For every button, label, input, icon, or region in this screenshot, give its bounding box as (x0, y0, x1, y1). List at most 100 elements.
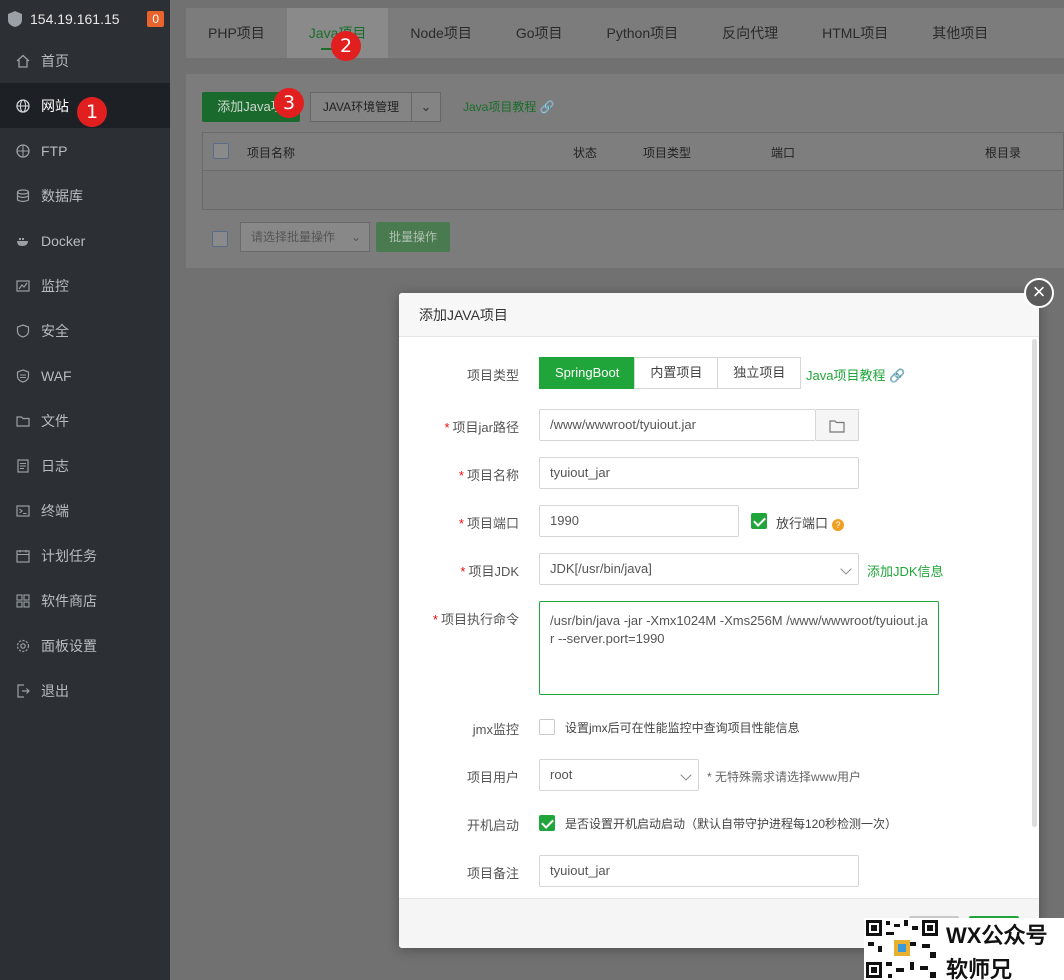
java-tutorial-link[interactable]: Java项目教程 🔗 (463, 98, 555, 115)
shield-icon (16, 323, 30, 338)
chevron-down-icon: ⌄ (420, 99, 432, 114)
type-builtin-button[interactable]: 内置项目 (634, 357, 719, 389)
project-user-label: 项目用户 (466, 770, 519, 785)
alert-count-badge[interactable]: 0 (147, 11, 164, 27)
tab-node[interactable]: Node项目 (388, 8, 493, 58)
dialog-title: 添加JAVA项目 (399, 293, 1039, 337)
autostart-text: 是否设置开机启动启动（默认自带守护进程每120秒检测一次） (565, 817, 898, 831)
autostart-checkbox[interactable] (539, 815, 555, 831)
add-java-project-dialog: 添加JAVA项目 项目类型 SpringBoot 内置项目 独立项目 Java项… (399, 293, 1039, 948)
dialog-scrollbar[interactable] (1032, 339, 1037, 827)
watermark-line2: 软师兄 (946, 957, 1013, 980)
folder-icon (829, 420, 845, 433)
dialog-tutorial-link[interactable]: Java项目教程 🔗 (806, 365, 905, 384)
qr-code-icon (864, 918, 940, 980)
sidebar-item-monitor[interactable]: 监控 (0, 263, 170, 308)
tab-html[interactable]: HTML项目 (800, 8, 910, 58)
batch-action-button[interactable]: 批量操作 (376, 222, 450, 252)
tab-other[interactable]: 其他项目 (910, 8, 1010, 58)
panel-logo-icon (8, 11, 22, 27)
project-jdk-select[interactable]: JDK[/usr/bin/java] (539, 553, 859, 585)
col-status[interactable]: 状态 (573, 144, 597, 161)
sidebar-item-label: 监控 (41, 277, 69, 294)
jmx-checkbox[interactable] (539, 719, 555, 735)
autostart-label: 开机启动 (466, 818, 519, 833)
sidebar-item-label: 面板设置 (41, 637, 97, 654)
sidebar-item-cron[interactable]: 计划任务 (0, 533, 170, 578)
project-type-label: 项目类型 (466, 368, 519, 383)
project-command-label-text: 项目执行命令 (440, 612, 519, 627)
help-icon[interactable]: ? (832, 519, 845, 531)
sidebar-item-docker[interactable]: Docker (0, 218, 170, 263)
grid-icon (16, 593, 30, 608)
project-command-textarea[interactable]: /usr/bin/java -jar -Xmx1024M -Xms256M /w… (539, 601, 939, 695)
sidebar-item-home[interactable]: 首页 (0, 38, 170, 83)
sidebar-item-files[interactable]: 文件 (0, 398, 170, 443)
col-name[interactable]: 项目名称 (247, 144, 295, 161)
close-icon: × (1032, 279, 1046, 304)
open-port-text: 放行端口? (776, 513, 845, 532)
user-hint: * 无特殊需求请选择www用户 (707, 770, 862, 784)
sidebar-item-label: FTP (41, 142, 68, 159)
tab-reverse-proxy[interactable]: 反向代理 (700, 8, 800, 58)
select-all-checkbox[interactable] (213, 143, 229, 159)
chevron-down-icon: ⌄ (350, 230, 361, 244)
sidebar-item-label: 网站 (41, 97, 69, 114)
log-icon (16, 458, 30, 473)
sidebar-item-label: Docker (41, 232, 86, 249)
tab-go[interactable]: Go项目 (494, 8, 585, 58)
sidebar-item-waf[interactable]: WAF (0, 353, 170, 398)
sidebar-item-logs[interactable]: 日志 (0, 443, 170, 488)
project-name-input[interactable]: tyuiout_jar (539, 457, 859, 489)
monitor-icon (16, 279, 30, 293)
java-env-manage-button[interactable]: JAVA环境管理 (310, 92, 412, 122)
dialog-tutorial-label: Java项目教程 (806, 368, 886, 383)
project-type-segmented: SpringBoot 内置项目 独立项目 (539, 357, 802, 389)
java-env-dropdown-button[interactable]: ⌄ (411, 92, 441, 122)
watermark-line1: WX公众号 (946, 923, 1048, 948)
project-port-label: * 项目端口 (458, 516, 519, 531)
sidebar-item-database[interactable]: 数据库 (0, 173, 170, 218)
database-icon (16, 188, 30, 203)
sidebar-item-label: 数据库 (41, 187, 83, 204)
sidebar-item-label: 文件 (41, 412, 69, 429)
project-user-select[interactable]: root (539, 759, 699, 791)
server-ip: 154.19.161.15 (30, 11, 120, 27)
sidebar-item-store[interactable]: 软件商店 (0, 578, 170, 623)
project-panel: 添加Java项目 JAVA环境管理 ⌄ Java项目教程 🔗 项目名称 状态 项… (186, 74, 1064, 268)
tab-python[interactable]: Python项目 (585, 8, 701, 58)
add-jdk-link[interactable]: 添加JDK信息 (867, 561, 944, 580)
jmx-text: 设置jmx后可在性能监控中查询项目性能信息 (565, 721, 800, 735)
link-icon: 🔗 (889, 368, 906, 383)
sidebar-item-label: 安全 (41, 322, 69, 339)
project-jdk-label: * 项目JDK (460, 564, 519, 579)
batch-action-select[interactable]: 请选择批量操作 ⌄ (240, 222, 370, 252)
waf-icon (16, 368, 30, 383)
project-remark-input[interactable]: tyuiout_jar (539, 855, 859, 887)
col-root[interactable]: 根目录 (985, 144, 1021, 161)
project-port-input[interactable]: 1990 (539, 505, 739, 537)
batch-checkbox[interactable] (212, 231, 228, 247)
step-marker-1: 1 (77, 97, 107, 127)
dialog-close-button[interactable]: × (1024, 278, 1054, 308)
sidebar-item-settings[interactable]: 面板设置 (0, 623, 170, 668)
sidebar-item-security[interactable]: 安全 (0, 308, 170, 353)
col-port[interactable]: 端口 (771, 144, 795, 161)
tab-php[interactable]: PHP项目 (186, 8, 287, 58)
project-name-label: * 项目名称 (458, 468, 519, 483)
jar-path-input[interactable]: /www/wwwroot/tyuiout.jar (539, 409, 816, 441)
watermark: WX公众号 软师兄 (864, 918, 1064, 980)
sidebar-item-label: 软件商店 (41, 592, 97, 609)
open-port-checkbox[interactable] (751, 513, 767, 529)
sidebar-header: 154.19.161.15 0 (0, 0, 170, 38)
open-port-label: 放行端口 (776, 516, 829, 531)
logout-icon (16, 683, 30, 698)
sidebar-item-terminal[interactable]: 终端 (0, 488, 170, 533)
dialog-body: 项目类型 SpringBoot 内置项目 独立项目 Java项目教程 🔗 * 项目… (399, 337, 1039, 898)
col-type[interactable]: 项目类型 (643, 144, 691, 161)
type-standalone-button[interactable]: 独立项目 (717, 357, 802, 389)
sidebar-item-ftp[interactable]: FTP (0, 128, 170, 173)
sidebar-item-logout[interactable]: 退出 (0, 668, 170, 713)
browse-folder-button[interactable] (816, 409, 859, 441)
type-springboot-button[interactable]: SpringBoot (539, 357, 636, 389)
